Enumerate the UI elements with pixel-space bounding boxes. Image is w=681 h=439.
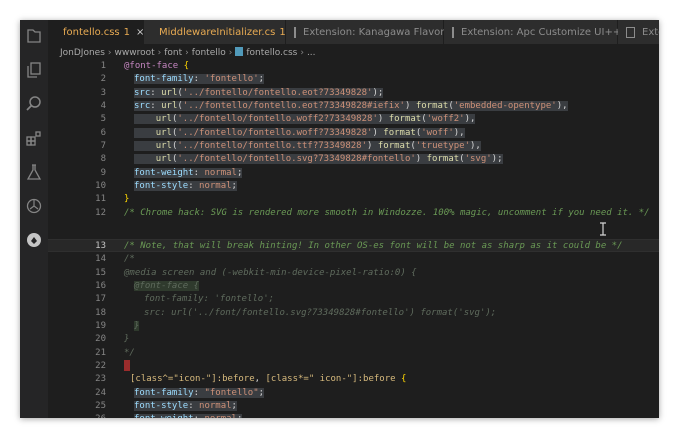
- line-number: 1: [100, 61, 106, 71]
- tab-label: Extension: Kanagawa Flavors: [303, 26, 450, 38]
- code-line: url('../fontello/fontello.svg?73349828#f…: [134, 153, 503, 166]
- tab-modified-count: 1: [279, 26, 286, 38]
- code-line: @font-face {: [134, 281, 200, 291]
- editor[interactable]: 1 2 3 4 5 6 7 8 9 10 11 12 13 14 15 16 1…: [48, 60, 659, 418]
- tab-modified-count: 1: [123, 26, 131, 38]
- line-number: 16: [95, 281, 106, 291]
- code-line: font-style: normal;: [134, 181, 237, 191]
- code-line: /* Chrome hack: SVG is rendered more smo…: [124, 208, 650, 218]
- line-number: 3: [100, 88, 106, 98]
- code-line: @font-face {: [124, 61, 190, 71]
- line-number: 24: [95, 388, 106, 398]
- line-number: 5: [100, 114, 106, 124]
- tab-extension-apc[interactable]: Extension: Apc Customize UI++: [444, 20, 622, 44]
- line-number-current: 13: [95, 241, 106, 251]
- line-number: 9: [100, 168, 106, 178]
- line-number: 4: [100, 101, 106, 111]
- line-number: 15: [95, 268, 106, 278]
- line-number: 23: [95, 374, 106, 384]
- kite-icon[interactable]: [24, 230, 44, 250]
- tab-middleware-initializer[interactable]: MiddlewareInitializer.cs 1: [144, 20, 286, 44]
- tab-extension-truncated[interactable]: Exten: [618, 20, 659, 44]
- line-number: 12: [95, 208, 106, 218]
- code-line: }: [124, 334, 130, 344]
- line-number: 26: [48, 413, 106, 418]
- line-number: 17: [95, 294, 106, 304]
- tab-extension-kanagawa[interactable]: Extension: Kanagawa Flavors: [286, 20, 450, 44]
- line-number: 22: [95, 361, 106, 371]
- line-number: 20: [95, 334, 106, 344]
- code-line: src: url('../fontello/fontello.eot?73349…: [134, 88, 384, 98]
- code-line: url('../fontello/fontello.woff?73349828'…: [134, 127, 465, 140]
- code-line-current: /* Note, that will break hinting! In oth…: [124, 241, 623, 251]
- code-line: src: url('../fontello/fontello.eot?73349…: [134, 101, 568, 111]
- extensions-icon[interactable]: [24, 128, 44, 148]
- line-number: 7: [100, 141, 106, 151]
- line-number: 25: [95, 401, 106, 411]
- code-line: url('../fontello/fontello.ttf?73349828')…: [134, 140, 481, 153]
- line-number: 19: [95, 321, 106, 331]
- breadcrumb-item[interactable]: font: [164, 48, 182, 58]
- breadcrumb-item[interactable]: wwwroot: [115, 48, 155, 58]
- error-marker: [124, 360, 130, 371]
- code-line: font-style: normal;: [134, 401, 237, 411]
- tab-fontello-css[interactable]: fontello.css 1 ×: [48, 20, 144, 44]
- line-number: 8: [100, 154, 106, 164]
- openai-icon[interactable]: [24, 196, 44, 216]
- search-icon[interactable]: [24, 94, 44, 114]
- line-number: 21: [95, 348, 106, 358]
- files-icon[interactable]: [24, 26, 44, 46]
- css-file-icon: [235, 47, 244, 56]
- tab-label: Extension: Apc Customize UI++: [461, 26, 622, 38]
- chevron-right-icon: ›: [107, 48, 112, 58]
- code-line: font-family: 'fontello';: [144, 294, 275, 304]
- code-line: /*: [124, 254, 135, 264]
- code-line: font-family: "fontello";: [134, 388, 265, 398]
- line-number: 2: [100, 74, 106, 84]
- tab-bar: fontello.css 1 × MiddlewareInitializer.c…: [48, 20, 659, 44]
- code-line: @media screen and (-webkit-min-device-pi…: [124, 268, 417, 278]
- code-line: [class^="icon-"]:before, [class*=" icon-…: [130, 374, 407, 384]
- extension-file-icon: [626, 26, 635, 38]
- chevron-right-icon: ›: [157, 48, 162, 58]
- code-line: [124, 360, 130, 373]
- code-line: font-family: 'fontello';: [134, 74, 265, 84]
- chevron-right-icon: ›: [300, 48, 304, 58]
- text-cursor-icon: [600, 222, 606, 236]
- code-line: font-weight: normal;: [134, 168, 243, 178]
- line-number: 6: [100, 128, 106, 138]
- tab-label: fontello.css: [63, 26, 120, 38]
- code-line: src: url('../font/fontello.svg?73349828#…: [144, 308, 497, 318]
- activity-bar: [20, 20, 48, 418]
- breadcrumb-item[interactable]: ...: [307, 48, 316, 58]
- breadcrumb-item[interactable]: fontello.css: [246, 48, 297, 58]
- line-number: 10: [95, 181, 106, 191]
- extension-file-icon: [452, 26, 454, 38]
- code-line: font-weight: normal;: [134, 413, 243, 418]
- code-line: }: [134, 321, 140, 331]
- line-number: 14: [95, 254, 106, 264]
- tab-label: MiddlewareInitializer.cs: [159, 26, 276, 38]
- chevron-right-icon: ›: [185, 48, 189, 58]
- code-line: */: [124, 348, 135, 358]
- breadcrumb-item[interactable]: fontello: [192, 48, 226, 58]
- extension-file-icon: [294, 26, 296, 38]
- chevron-right-icon: ›: [228, 48, 233, 58]
- line-number: 18: [95, 308, 106, 318]
- code-line: url('../fontello/fontello.woff2?73349828…: [134, 113, 476, 126]
- flask-icon[interactable]: [24, 162, 44, 182]
- copy-icon[interactable]: [24, 60, 44, 80]
- line-number: 11: [95, 194, 106, 204]
- code-line: }: [124, 194, 130, 204]
- tab-label: Exten: [642, 26, 659, 38]
- vscode-window: fontello.css 1 × MiddlewareInitializer.c…: [20, 20, 659, 418]
- breadcrumb-item[interactable]: JonDJones: [60, 48, 105, 58]
